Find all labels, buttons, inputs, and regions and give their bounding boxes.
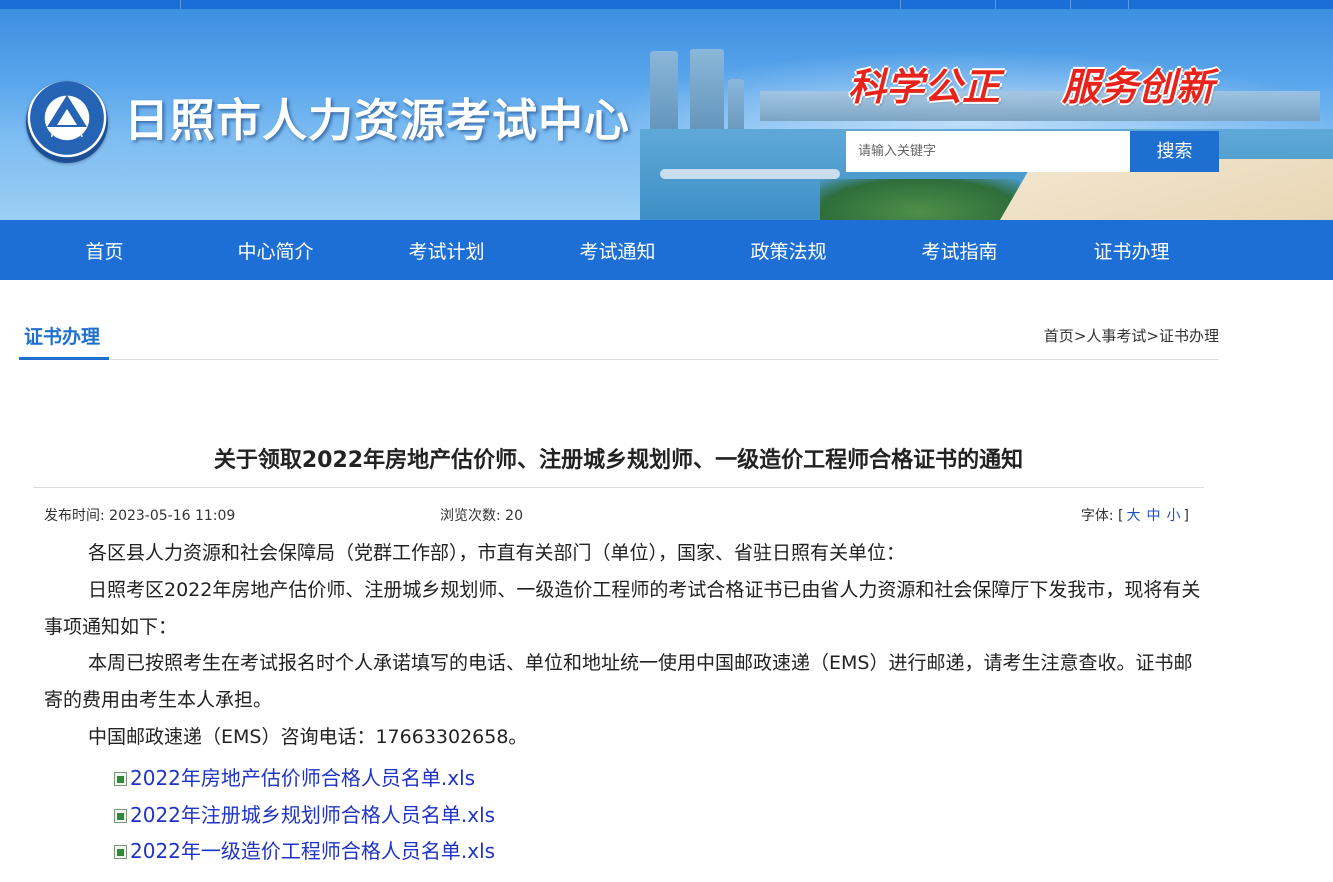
main-nav: 首页 中心简介 考试计划 考试通知 政策法规 考试指南 证书办理 [0, 220, 1333, 280]
breadcrumb-separator: > [1146, 327, 1159, 345]
search-button[interactable]: 搜索 [1130, 131, 1219, 172]
publish-time-label: 发布时间: [44, 508, 105, 524]
breadcrumb-personnel-exam[interactable]: 人事考试 [1086, 327, 1146, 345]
font-size-selector: 字体: [大中小] [1080, 508, 1189, 524]
view-count-label: 浏览次数: [440, 508, 501, 524]
breadcrumb-certificate[interactable]: 证书办理 [1159, 327, 1219, 345]
top-bar [0, 0, 1333, 9]
nav-item-exam-notice[interactable]: 考试通知 [532, 220, 703, 280]
top-bar-divider [1128, 0, 1129, 9]
paragraph-contact: 中国邮政速递（EMS）咨询电话：17663302658。 [88, 726, 528, 748]
paragraph-intro: 日照考区2022年房地产估价师、注册城乡规划师、一级造价工程师的考试合格证书已由… [44, 579, 1201, 638]
attachment-link[interactable]: 2022年一级造价工程师合格人员名单.xls [114, 835, 495, 864]
nav-item-home[interactable]: 首页 [19, 220, 190, 280]
article-title: 关于领取2022年房地产估价师、注册城乡规划师、一级造价工程师合格证书的通知 [213, 448, 1024, 473]
banner-park [820, 179, 1020, 220]
attachment-link[interactable]: 2022年房地产估价师合格人员名单.xls [114, 762, 475, 791]
section-title-underline [19, 357, 109, 360]
search-input[interactable] [846, 131, 1130, 172]
font-size-large[interactable]: 大 [1127, 508, 1141, 524]
section-title: 证书办理 [24, 326, 101, 348]
view-count-value: 20 [505, 508, 523, 524]
banner-city-skyline [760, 91, 1320, 121]
nav-item-certificate[interactable]: 证书办理 [1046, 220, 1217, 280]
publish-time: 发布时间: 2023-05-16 11:09 [44, 505, 235, 525]
banner-pier [660, 169, 840, 179]
slogan-left: 科学公正 [848, 64, 1001, 109]
section-divider [19, 359, 1219, 360]
font-size-medium[interactable]: 中 [1147, 508, 1161, 524]
nav-item-about[interactable]: 中心简介 [190, 220, 361, 280]
top-bar-divider [1070, 0, 1071, 9]
excel-file-icon [114, 845, 127, 859]
font-size-small[interactable]: 小 [1167, 508, 1181, 524]
attachment-link[interactable]: 2022年注册城乡规划师合格人员名单.xls [114, 799, 495, 828]
nav-item-exam-plan[interactable]: 考试计划 [361, 220, 532, 280]
article-paragraph: 各区县人力资源和社会保障局（党群工作部），市直有关部门（单位），国家、省驻日照有… [44, 535, 1209, 572]
breadcrumb-separator: > [1073, 327, 1087, 345]
breadcrumb-home[interactable]: 首页 [1044, 327, 1074, 345]
article-paragraph: 中国邮政速递（EMS）咨询电话：17663302658。 [44, 719, 1209, 756]
breadcrumb: 首页>人事考试>证书办理 [1044, 325, 1219, 346]
top-bar-divider [995, 0, 996, 9]
excel-file-icon [114, 772, 127, 786]
top-bar-divider [900, 0, 901, 9]
view-count: 浏览次数: 20 [440, 505, 523, 525]
excel-file-icon [114, 809, 127, 823]
font-size-label: 字体: [1080, 508, 1114, 524]
slogan-right: 服务创新 [1062, 64, 1215, 109]
nav-item-exam-guide[interactable]: 考试指南 [874, 220, 1045, 280]
paragraph-mailing: 本周已按照考生在考试报名时个人承诺填写的电话、单位和地址统一使用中国邮政速递（E… [44, 652, 1193, 711]
article-title-divider [33, 487, 1204, 488]
attachment-name[interactable]: 2022年房地产估价师合格人员名单.xls [130, 766, 475, 790]
site-logo[interactable]: RZPTA [26, 81, 108, 163]
logo-abbr: RZPTA [50, 129, 84, 140]
logo-mountain-inner [57, 109, 77, 125]
site-title: 日照市人力资源考试中心 [124, 94, 631, 147]
article-paragraph: 本周已按照考生在考试报名时个人承诺填写的电话、单位和地址统一使用中国邮政速递（E… [44, 645, 1209, 719]
paragraph-addressees: 各区县人力资源和社会保障局（党群工作部），市直有关部门（单位），国家、省驻日照有… [88, 542, 906, 564]
nav-item-policy[interactable]: 政策法规 [703, 220, 874, 280]
top-bar-divider [180, 0, 181, 9]
article-paragraph: 日照考区2022年房地产估价师、注册城乡规划师、一级造价工程师的考试合格证书已由… [44, 572, 1209, 646]
attachment-name[interactable]: 2022年一级造价工程师合格人员名单.xls [130, 839, 495, 863]
attachment-name[interactable]: 2022年注册城乡规划师合格人员名单.xls [130, 803, 495, 827]
publish-time-value: 2023-05-16 11:09 [109, 508, 236, 524]
header-banner: RZPTA 日照市人力资源考试中心 科学公正 服务创新 [0, 9, 1333, 220]
